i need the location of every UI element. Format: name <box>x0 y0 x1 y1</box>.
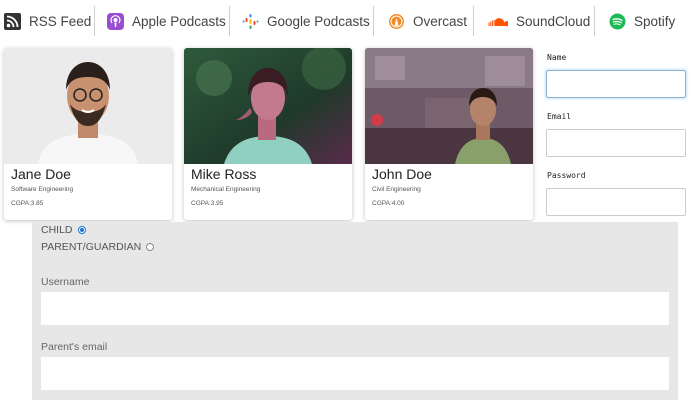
profile-department: Civil Engineering <box>372 186 421 193</box>
email-input[interactable] <box>546 129 686 157</box>
role-parent-option[interactable]: PARENT/GUARDIAN <box>41 241 155 253</box>
role-child-label: CHILD <box>41 224 73 236</box>
nav-label: Spotify <box>634 13 676 29</box>
name-label: Name <box>547 53 567 62</box>
podcast-nav: RSS Feed Apple Podcasts Google Podcasts … <box>0 0 700 42</box>
nav-google-podcasts[interactable]: Google Podcasts <box>230 0 373 42</box>
profile-gpa: CGPA:3.85 <box>11 200 44 207</box>
nav-label: RSS Feed <box>29 13 92 29</box>
google-podcasts-icon <box>242 13 259 30</box>
spotify-icon <box>609 13 626 30</box>
overcast-icon <box>388 13 405 30</box>
role-child-radio[interactable] <box>77 226 86 234</box>
profile-photo <box>365 48 533 164</box>
profile-department: Mechanical Engineering <box>191 186 261 193</box>
profile-name: Jane Doe <box>11 166 71 182</box>
profile-department: Software Engineering <box>11 186 74 193</box>
nav-soundcloud[interactable]: SoundCloud <box>474 0 594 42</box>
nav-label: Google Podcasts <box>267 13 370 29</box>
soundcloud-icon <box>488 13 510 30</box>
profile-name: Mike Ross <box>191 166 257 182</box>
email-label: Email <box>547 112 572 121</box>
parent-email-input[interactable] <box>41 357 669 390</box>
registration-panel: CHILD PARENT/GUARDIAN Username Parent's … <box>32 222 678 400</box>
nav-overcast[interactable]: Overcast <box>374 0 473 42</box>
profile-gpa: CGPA:4.00 <box>372 200 405 207</box>
role-parent-label: PARENT/GUARDIAN <box>41 241 142 253</box>
profile-card: Mike Ross Mechanical Engineering CGPA:3.… <box>184 48 352 220</box>
profile-card: John Doe Civil Engineering CGPA:4.00 <box>365 48 533 220</box>
role-parent-radio[interactable] <box>146 243 155 251</box>
password-input[interactable] <box>546 188 686 216</box>
profile-photo <box>4 48 172 164</box>
role-child-option[interactable]: CHILD <box>41 224 86 236</box>
profile-card: Jane Doe Software Engineering CGPA:3.85 <box>4 48 172 220</box>
username-label: Username <box>41 276 90 288</box>
profile-name: John Doe <box>372 166 432 182</box>
profile-photo <box>184 48 352 164</box>
nav-label: SoundCloud <box>516 13 591 29</box>
nav-rss-feed[interactable]: RSS Feed <box>0 0 94 42</box>
nav-label: Overcast <box>413 13 468 29</box>
parent-email-label: Parent's email <box>41 341 108 353</box>
nav-spotify[interactable]: Spotify <box>595 0 695 42</box>
apple-podcasts-icon <box>107 12 124 30</box>
name-input[interactable] <box>546 70 686 98</box>
password-label: Password <box>547 171 586 180</box>
nav-apple-podcasts[interactable]: Apple Podcasts <box>95 0 229 42</box>
nav-label: Apple Podcasts <box>132 13 226 29</box>
rss-icon <box>4 12 21 30</box>
profile-gpa: CGPA:3.95 <box>191 200 224 207</box>
username-input[interactable] <box>41 292 669 325</box>
